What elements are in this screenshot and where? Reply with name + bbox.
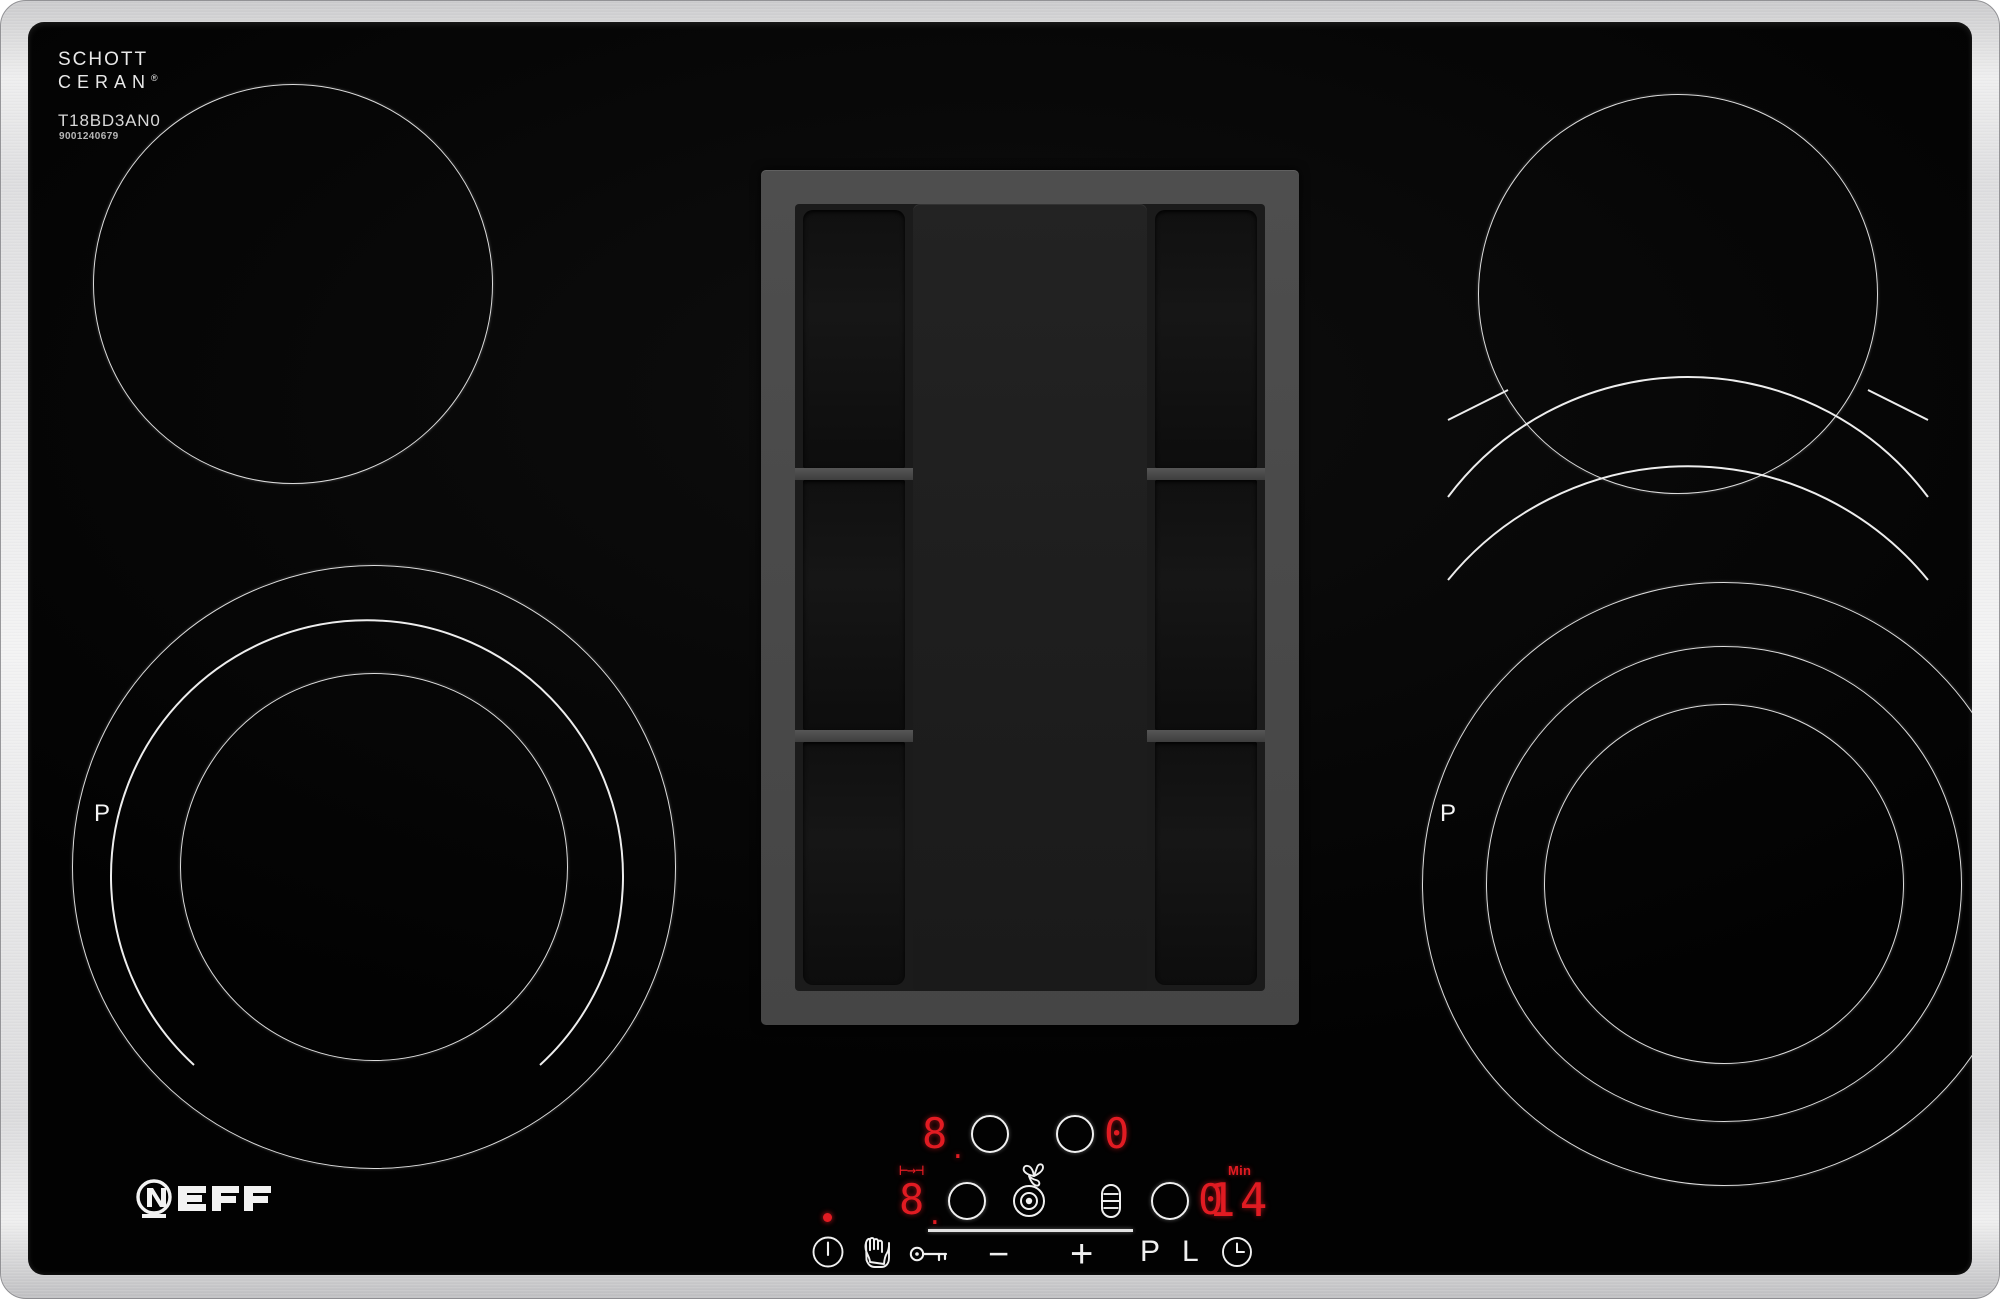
hob-stainless-frame: SCHOTT CERAN® T18BD3AN0 9001240679 P P 8… [0,0,2000,1299]
power-boost-icon[interactable]: P [1140,1237,1160,1267]
minus-icon[interactable]: − [988,1236,1009,1272]
power-boost-marker-front-left: P [94,800,111,827]
display-front-left-decimal: . [927,1201,943,1231]
vent-slot [803,480,905,730]
timer-display: 14 [1208,1173,1272,1227]
display-rear-left: 8 [922,1109,948,1158]
schott-brand-line1: SCHOTT [58,49,149,70]
vent-slot-column-right [1147,204,1265,991]
neff-logo-icon [136,1179,271,1218]
plus-icon[interactable]: + [1070,1234,1093,1274]
display-front-left: 8 [899,1175,925,1224]
vent-divider [795,468,913,480]
schott-brand-line2: CERAN® [58,72,158,92]
clock-icon[interactable] [1220,1235,1254,1269]
control-panel: 8 . 0 ⊢→⊣ 8 . 0 Min 14 − + P L [768,1107,1298,1274]
grill-zone-icon[interactable] [1098,1181,1124,1221]
power-level-slider[interactable] [928,1229,1133,1232]
power-boost-marker-front-right: P [1440,800,1457,827]
model-number: T18BD3AN0 [58,111,161,130]
wipe-protection-hand-icon[interactable] [860,1234,896,1270]
zone-button-front-left[interactable] [948,1182,986,1220]
status-dot-indicator [823,1213,832,1222]
vent-slot [803,742,905,985]
keep-warm-icon[interactable]: L [1182,1237,1199,1267]
serial-number: 9001240679 [59,131,119,142]
vent-slot [803,210,905,468]
schott-ceran-logo: SCHOTT CERAN® [58,50,158,92]
registered-trademark-icon: ® [151,73,158,83]
vent-slot-column-left [795,204,913,991]
cooking-zone-front-left-flex-arc [110,619,624,1066]
zone-button-front-right[interactable] [1151,1182,1189,1220]
ceramic-glass-surface: SCHOTT CERAN® T18BD3AN0 9001240679 P P 8… [28,22,1972,1275]
zone-button-rear-right[interactable] [1056,1115,1094,1153]
downdraft-vent-assembly[interactable] [761,170,1299,1025]
combi-zone-icon[interactable] [1011,1183,1047,1219]
cooking-zone-front-right-inner[interactable] [1544,704,1904,1064]
vent-center-filter-panel[interactable] [913,204,1147,991]
display-rear-right: 0 [1104,1109,1130,1158]
vent-divider [795,730,913,742]
vent-divider [1147,468,1265,480]
neff-brand-logo [132,1178,277,1220]
vent-slot [1155,210,1257,468]
vent-inner-recess [795,204,1265,991]
cooking-zone-rear-left[interactable] [93,84,493,484]
display-rear-left-decimal: . [950,1135,966,1165]
vent-divider [1147,730,1265,742]
power-icon[interactable] [811,1235,845,1269]
vent-slot [1155,480,1257,730]
vent-slot [1155,742,1257,985]
zone-button-rear-left[interactable] [971,1115,1009,1153]
key-lock-icon[interactable] [908,1243,950,1265]
